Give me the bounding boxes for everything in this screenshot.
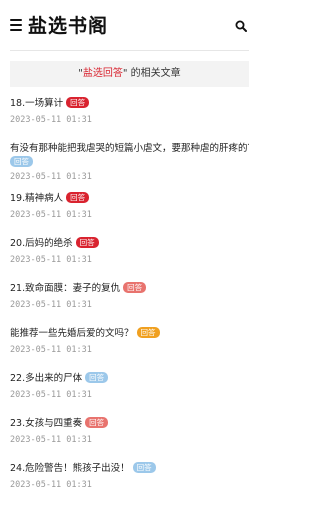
article-date: 2023-05-11 01:31: [10, 390, 92, 400]
article-title[interactable]: 20.后妈的绝杀: [10, 238, 73, 249]
article-title[interactable]: 22.多出来的尸体: [10, 373, 82, 384]
answer-badge: 回答: [85, 417, 109, 428]
article-date: 2023-05-11 01:31: [10, 210, 92, 220]
banner-keyword[interactable]: 盐选回答: [83, 68, 123, 79]
list-item[interactable]: 21.致命面膜：妻子的复仇 回答 2023-05-11 01:31: [10, 282, 249, 327]
answer-badge: 回答: [66, 192, 90, 203]
list-item[interactable]: 20.后妈的绝杀 回答 2023-05-11 01:31: [10, 237, 249, 282]
article-title[interactable]: 19.精神病人: [10, 193, 63, 204]
article-title[interactable]: 有没有那种能把我虐哭的短篇小虐文，要那种虐的肝疼的？: [10, 143, 249, 154]
article-date: 2023-05-11 01:31: [10, 480, 92, 490]
menu-icon[interactable]: [10, 19, 22, 31]
article-title[interactable]: 18.一场算计: [10, 98, 63, 109]
search-context-banner: "盐选回答" 的相关文章: [10, 61, 249, 87]
banner-suffix: " 的相关文章: [122, 68, 181, 79]
article-date: 2023-05-11 01:31: [10, 115, 92, 125]
search-icon[interactable]: [235, 20, 247, 32]
article-title[interactable]: 24.危险警告！熊孩子出没！: [10, 463, 130, 474]
list-item[interactable]: 22.多出来的尸体 回答 2023-05-11 01:31: [10, 372, 249, 417]
answer-badge: 回答: [10, 156, 33, 167]
answer-badge: 回答: [123, 282, 147, 293]
answer-badge: 回答: [75, 237, 99, 248]
app-header: 盐选书阁: [10, 0, 249, 51]
article-list: 18.一场算计 回答 2023-05-11 01:31 有没有那种能把我虐哭的短篇…: [10, 87, 249, 507]
article-date: 2023-05-11 01:31: [10, 435, 92, 445]
article-date: 2023-05-11 01:31: [10, 300, 92, 310]
list-item[interactable]: 有没有那种能把我虐哭的短篇小虐文，要那种虐的肝疼的？ 回答 2023-05-11…: [10, 142, 249, 192]
article-date: 2023-05-11 01:31: [10, 345, 92, 355]
article-title[interactable]: 23.女孩与四重奏: [10, 418, 82, 429]
article-title[interactable]: 21.致命面膜：妻子的复仇: [10, 283, 120, 294]
article-title[interactable]: 能推荐一些先婚后爱的文吗？: [10, 328, 134, 339]
answer-badge: 回答: [136, 327, 160, 338]
list-item[interactable]: 24.危险警告！熊孩子出没！ 回答 2023-05-11 01:31: [10, 462, 249, 507]
article-date: 2023-05-11 01:31: [10, 172, 92, 182]
answer-badge: 回答: [66, 97, 90, 108]
list-item[interactable]: 23.女孩与四重奏 回答 2023-05-11 01:31: [10, 417, 249, 462]
answer-badge: 回答: [85, 372, 109, 383]
page-title: 盐选书阁: [28, 15, 109, 37]
list-item[interactable]: 19.精神病人 回答 2023-05-11 01:31: [10, 192, 249, 237]
article-date: 2023-05-11 01:31: [10, 255, 92, 265]
list-item[interactable]: 能推荐一些先婚后爱的文吗？ 回答 2023-05-11 01:31: [10, 327, 249, 372]
list-item[interactable]: 18.一场算计 回答 2023-05-11 01:31: [10, 97, 249, 142]
answer-badge: 回答: [132, 462, 156, 473]
